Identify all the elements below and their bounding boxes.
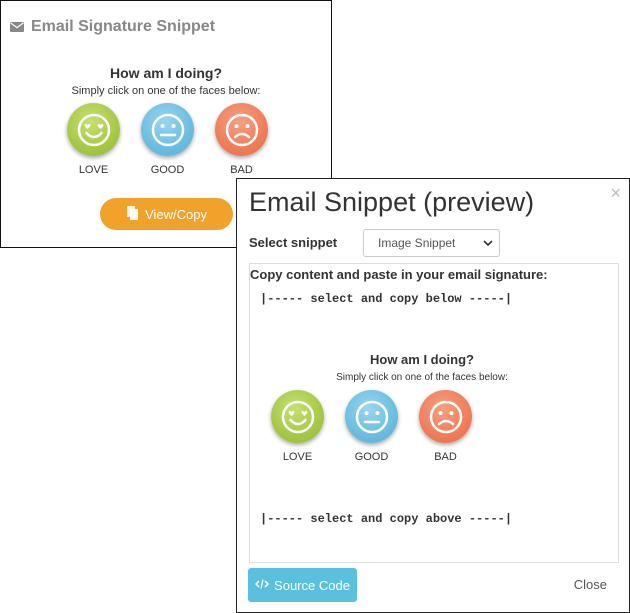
neutral-face-icon[interactable] [345, 390, 398, 443]
preview-rating-question: How am I doing? [370, 352, 474, 367]
preview-face-label-bad: BAD [434, 451, 457, 463]
select-snippet-label: Select snippet [249, 235, 338, 250]
copy-icon [126, 205, 140, 224]
face-label-love: LOVE [78, 164, 109, 176]
rating-subtitle: Simply click on one of the faces below: [71, 85, 261, 97]
code-icon [254, 578, 270, 593]
preview-face-label-good: GOOD [354, 451, 389, 463]
card-title: Email Signature Snippet [31, 18, 216, 35]
face-option-good[interactable]: GOOD [141, 103, 194, 176]
snippet-select[interactable]: Image Snippet [363, 229, 500, 257]
source-code-button[interactable]: Source Code [248, 568, 357, 602]
source-code-label: Source Code [274, 577, 350, 593]
snippet-select-value: Image Snippet [378, 236, 456, 250]
sad-face-icon[interactable] [215, 103, 268, 156]
copy-above-marker: |----- select and copy above -----| [260, 512, 513, 526]
preview-face-row: LOVE GOOD BAD [271, 390, 472, 463]
face-option-love[interactable]: LOVE [67, 103, 120, 176]
card-header: Email Signature Snippet [9, 15, 215, 39]
face-option-bad[interactable]: BAD [215, 103, 268, 176]
view-copy-button[interactable]: View/Copy [100, 198, 233, 230]
preview-face-option-love[interactable]: LOVE [271, 390, 324, 463]
modal-title: Email Snippet (preview) [249, 187, 535, 217]
neutral-face-icon[interactable] [141, 103, 194, 156]
view-copy-label: View/Copy [145, 206, 207, 222]
email-snippet-modal: Email Snippet (preview) × Select snippet… [236, 178, 630, 613]
chevron-down-icon [483, 236, 493, 250]
close-icon[interactable]: × [610, 183, 621, 204]
face-label-bad: BAD [230, 164, 253, 176]
preview-face-option-good[interactable]: GOOD [345, 390, 398, 463]
envelope-icon [9, 19, 25, 35]
love-face-icon[interactable] [67, 103, 120, 156]
copy-instructions: Copy content and paste in your email sig… [250, 267, 548, 282]
rating-question: How am I doing? [110, 65, 222, 81]
sad-face-icon[interactable] [419, 390, 472, 443]
preview-face-option-bad[interactable]: BAD [419, 390, 472, 463]
face-label-good: GOOD [150, 164, 185, 176]
snippet-content-area[interactable]: Copy content and paste in your email sig… [249, 263, 619, 563]
face-row: LOVE GOOD BAD [67, 103, 268, 176]
preview-face-label-love: LOVE [282, 451, 313, 463]
preview-rating-subtitle: Simply click on one of the faces below: [336, 372, 508, 383]
close-button[interactable]: Close [574, 577, 607, 592]
love-face-icon[interactable] [271, 390, 324, 443]
copy-below-marker: |----- select and copy below -----| [260, 292, 513, 306]
